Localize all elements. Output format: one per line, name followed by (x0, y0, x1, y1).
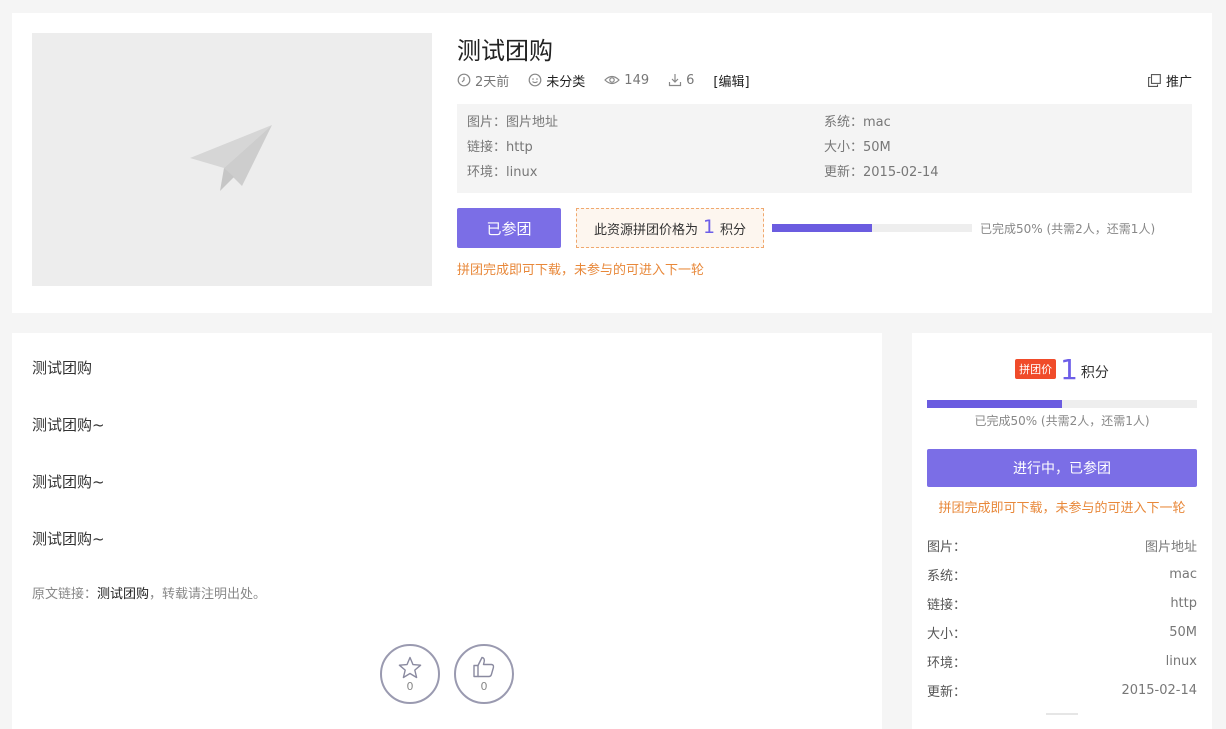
sidebar-price: 拼团价 1 积分 (912, 355, 1212, 385)
sidebar-info-row: 大小： 50M (927, 623, 1197, 642)
like-button[interactable]: 0 (454, 644, 514, 704)
info-link: 链接：http (467, 139, 533, 157)
favorite-count: 0 (406, 679, 414, 693)
info-size: 大小：50M (824, 139, 891, 157)
info-image: 图片：图片地址 (467, 114, 558, 132)
sidebar-info-label: 链接： (927, 597, 967, 613)
sidebar-info-label: 更新： (927, 684, 967, 700)
source-suffix: ，转载请注明出处。 (149, 587, 267, 602)
sidebar-info-row: 环境： linux (927, 652, 1197, 671)
category-face-icon (528, 73, 542, 87)
paper-plane-icon (190, 125, 272, 191)
article-paragraph: 测试团购~ (32, 530, 105, 548)
price-unit: 积分 (720, 222, 747, 238)
sidebar-info-label: 环境： (927, 655, 967, 671)
article-paragraph: 测试团购~ (32, 473, 105, 491)
group-price-box: 此资源拼团价格为 1 积分 (576, 208, 764, 248)
sidebar-info-value: mac (1169, 566, 1197, 582)
source-prefix: 原文链接： (32, 587, 98, 602)
price-value: 1 (702, 215, 716, 238)
resource-thumbnail (32, 33, 432, 286)
sidebar-price-value: 1 (1060, 353, 1078, 386)
info-system-value: mac (863, 115, 891, 130)
sidebar-info-label: 大小： (927, 626, 967, 642)
meta-category[interactable]: 未分类 (528, 71, 585, 90)
sidebar-info-row: 图片： 图片地址 (927, 536, 1197, 555)
sidebar-info-value: 50M (1169, 624, 1197, 640)
sidebar-info-value: linux (1165, 653, 1197, 669)
sidebar-info-value: 2015-02-14 (1121, 682, 1197, 698)
price-prefix: 此资源拼团价格为 (593, 222, 698, 238)
info-system: 系统：mac (824, 114, 891, 132)
thumbs-up-icon (473, 656, 495, 678)
meta-bar: 2天前 未分类 149 6 [编辑] (457, 71, 754, 90)
meta-time: 2天前 (457, 71, 509, 90)
joined-button[interactable]: 已参团 (457, 208, 561, 248)
sidebar-divider (1046, 713, 1078, 715)
download-icon (669, 74, 682, 87)
meta-category-text: 未分类 (546, 74, 586, 90)
like-count: 0 (480, 680, 488, 693)
sidebar-info-label: 系统： (927, 568, 967, 584)
article-card: 测试团购 测试团购~ 测试团购~ 测试团购~ 原文链接：测试团购，转载请注明出处… (12, 333, 882, 729)
edit-link[interactable]: [编辑] (713, 71, 749, 90)
info-update: 更新：2015-02-14 (824, 164, 939, 182)
sidebar-progress-bar (927, 400, 1197, 408)
promote-label: 推广 (1165, 74, 1192, 90)
group-buy-sidebar: 拼团价 1 积分 已完成50% (共需2人，还需1人) 进行中，已参团 拼团完成… (912, 333, 1212, 729)
sidebar-progress-text: 已完成50% (共需2人，还需1人) (974, 414, 1150, 428)
favorite-button[interactable]: 0 (380, 644, 440, 704)
info-env: 环境：linux (467, 164, 537, 182)
info-env-label: 环境： (467, 165, 507, 180)
source-note: 原文链接：测试团购，转载请注明出处。 (32, 583, 266, 602)
group-notice: 拼团完成即可下载，未参与的可进入下一轮 (457, 263, 705, 278)
sidebar-progress-fill (927, 400, 1062, 408)
info-env-value: linux (506, 165, 538, 180)
star-icon (398, 656, 422, 678)
info-system-label: 系统： (824, 115, 864, 130)
info-image-value: 图片地址 (506, 115, 559, 130)
group-price-badge: 拼团价 (1015, 359, 1057, 379)
eye-icon (604, 75, 621, 85)
info-link-value: http (506, 140, 533, 155)
info-update-label: 更新： (824, 165, 864, 180)
info-image-label: 图片： (467, 115, 507, 130)
meta-views: 149 (604, 73, 649, 88)
group-progress-fill (772, 224, 872, 232)
sidebar-notice: 拼团完成即可下载，未参与的可进入下一轮 (938, 501, 1186, 516)
group-progress-text: 已完成50% (共需2人，还需1人) (980, 222, 1156, 236)
page-title: 测试团购 (457, 37, 553, 65)
resource-header-card: 测试团购 2天前 未分类 149 6 [编辑] 推广 图片：图片地址 链接：ht… (12, 13, 1212, 313)
clock-icon (457, 73, 471, 87)
group-progress-bar (772, 224, 972, 232)
info-size-label: 大小： (824, 140, 864, 155)
source-link[interactable]: 测试团购 (97, 587, 149, 602)
sidebar-info-row: 系统： mac (927, 565, 1197, 584)
sidebar-joined-button[interactable]: 进行中，已参团 (927, 449, 1197, 487)
meta-downloads: 6 (668, 73, 694, 88)
sidebar-info-value: 图片地址 (1144, 539, 1197, 555)
info-link-label: 链接： (467, 140, 507, 155)
meta-time-text: 2天前 (475, 74, 510, 90)
meta-downloads-count: 6 (686, 72, 695, 88)
info-update-value: 2015-02-14 (863, 165, 939, 180)
meta-views-count: 149 (624, 72, 650, 88)
info-size-value: 50M (863, 140, 891, 155)
resource-info-box: 图片：图片地址 链接：http 环境：linux 系统：mac 大小：50M 更… (457, 104, 1192, 193)
sidebar-price-unit: 积分 (1080, 365, 1109, 381)
article-paragraph: 测试团购~ (32, 416, 105, 434)
sidebar-info-value: http (1170, 595, 1197, 611)
sidebar-info-label: 图片： (927, 539, 967, 555)
article-paragraph: 测试团购 (32, 359, 93, 377)
sidebar-info-row: 更新： 2015-02-14 (927, 681, 1197, 700)
copy-icon (1148, 73, 1161, 87)
promote-link[interactable]: 推广 (1148, 71, 1192, 90)
sidebar-info-row: 链接： http (927, 594, 1197, 613)
